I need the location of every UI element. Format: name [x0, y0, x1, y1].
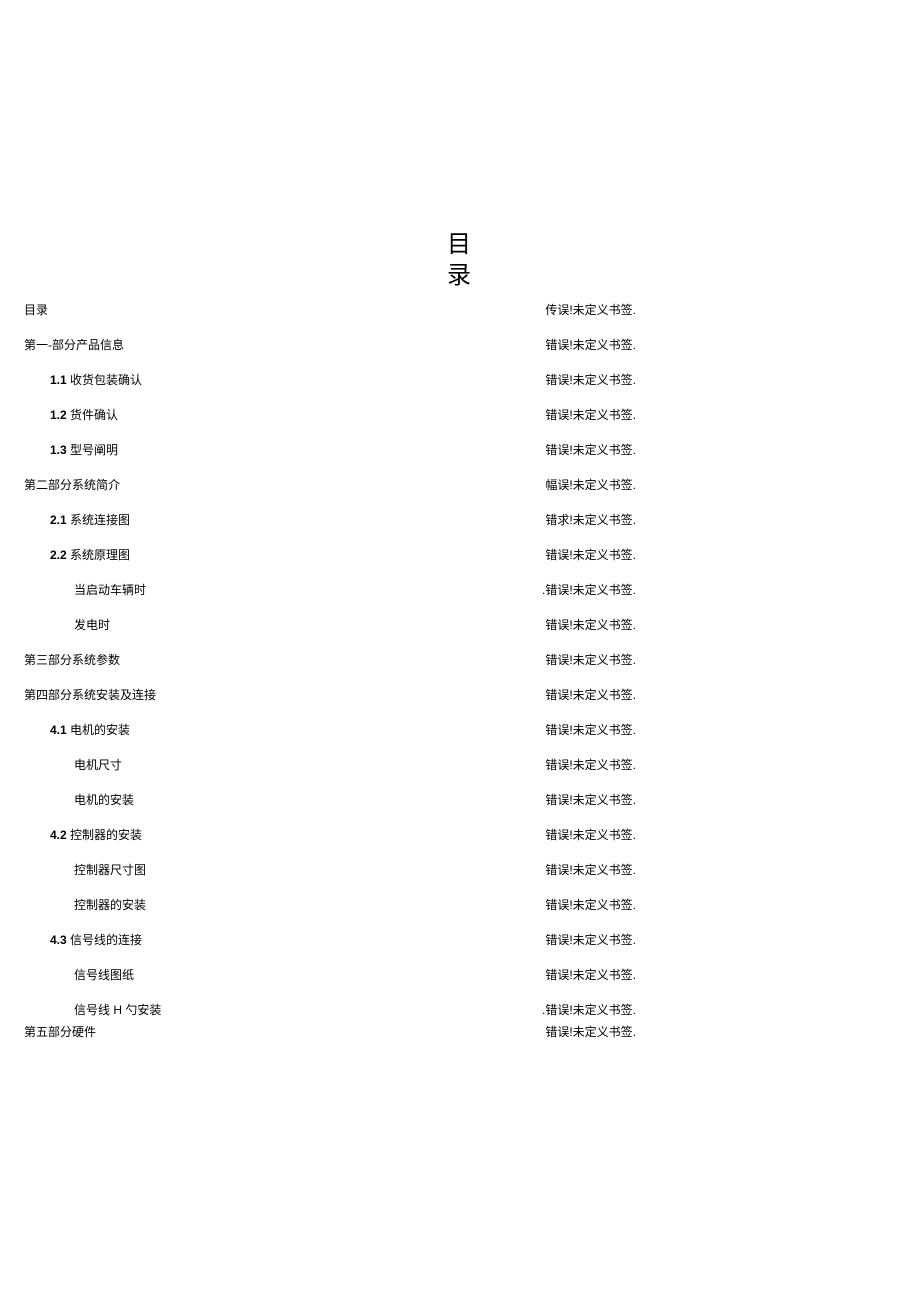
toc-section-number: 1.2: [50, 408, 67, 422]
table-of-contents: 目录传误!未定义书签.第一-部分产品信息错误!未定义书签.1.1 收货包装确认错…: [24, 304, 636, 1038]
toc-section-text: 控制器的安装: [67, 828, 142, 842]
toc-row: 4.3 信号线的连接 错误!未定义书签.: [24, 934, 636, 946]
toc-row: 控制器尺寸图 错误!未定义书签.: [24, 864, 636, 876]
toc-entry-label: 第四部分系统安装及连接: [24, 689, 156, 701]
toc-section-number: 4.3: [50, 933, 67, 947]
toc-entry-label: 1.2 货件确认: [24, 409, 118, 421]
toc-row: 2.1 系统连接图 错求!未定义书签.: [24, 514, 636, 526]
toc-page-ref: 幅误!未定义书签.: [545, 479, 636, 491]
toc-section-number: 1.1: [50, 373, 67, 387]
title-char-2: 录: [445, 261, 475, 292]
toc-entry-label: 控制器的安装: [24, 899, 146, 911]
toc-row: 电机的安装 错误!未定义书签.: [24, 794, 636, 806]
toc-entry-label: 信号线图纸: [24, 969, 134, 981]
toc-row: 第二部分系统简介 幅误!未定义书签.: [24, 479, 636, 491]
toc-row: 控制器的安装 错误!未定义书签.: [24, 899, 636, 911]
toc-page-ref: 错误!未定义书签.: [545, 934, 636, 946]
toc-section-number: 4.1: [50, 723, 67, 737]
toc-row: 1.1 收货包装确认 错误!未定义书签.: [24, 374, 636, 386]
toc-entry-label: 发电时: [24, 619, 110, 631]
toc-row: 信号线 H 勺安装 .错误!未定义书签.: [24, 1004, 636, 1016]
toc-row: 目录 传误!未定义书签.: [24, 304, 636, 316]
toc-row: 第三部分系统参数 错误!未定义书签.: [24, 654, 636, 666]
toc-row: 第一-部分产品信息 错误!未定义书签.: [24, 339, 636, 351]
toc-row: 2.2 系统原理图 错误!未定义书签.: [24, 549, 636, 561]
toc-section-text: 收货包装确认: [67, 373, 142, 387]
toc-page-ref: 错误!未定义书签.: [545, 724, 636, 736]
toc-entry-label: 4.2 控制器的安装: [24, 829, 142, 841]
toc-row: 电机尺寸 错误!未定义书签.: [24, 759, 636, 771]
title-char-1: 目: [445, 230, 475, 261]
toc-page-ref: 错误!未定义书签.: [545, 794, 636, 806]
toc-row: 4.1 电机的安装 错误!未定义书签.: [24, 724, 636, 736]
toc-entry-label: 控制器尺寸图: [24, 864, 146, 876]
toc-entry-label: 第二部分系统简介: [24, 479, 120, 491]
toc-page-ref: 错误!未定义书签.: [545, 619, 636, 631]
toc-section-number: 4.2: [50, 828, 67, 842]
toc-entry-label: 目录: [24, 304, 48, 316]
toc-section-text: 系统原理图: [67, 548, 130, 562]
toc-entry-label: 2.2 系统原理图: [24, 549, 130, 561]
document-page: 目 录 目录传误!未定义书签.第一-部分产品信息错误!未定义书签.1.1 收货包…: [0, 0, 920, 1038]
toc-section-text: 系统连接图: [67, 513, 130, 527]
toc-title: 目 录: [445, 230, 475, 292]
toc-row: 信号线图纸 错误!未定义书签.: [24, 969, 636, 981]
toc-entry-label: 当启动车辆时: [24, 584, 146, 596]
toc-entry-label: 4.3 信号线的连接: [24, 934, 142, 946]
toc-section-number: 2.2: [50, 548, 67, 562]
toc-page-ref: 错误!未定义书签.: [545, 864, 636, 876]
toc-page-ref: 错误!未定义书签.: [545, 829, 636, 841]
toc-entry-label: 2.1 系统连接图: [24, 514, 130, 526]
toc-page-ref: 错误!未定义书签.: [545, 409, 636, 421]
toc-row: 1.3 型号阐明 错误!未定义书签.: [24, 444, 636, 456]
toc-page-ref: 错误!未定义书签.: [545, 759, 636, 771]
toc-page-ref: .错误!未定义书签.: [542, 1004, 636, 1016]
toc-entry-label: 1.1 收货包装确认: [24, 374, 142, 386]
toc-entry-label: 第三部分系统参数: [24, 654, 120, 666]
toc-section-number: 2.1: [50, 513, 67, 527]
toc-section-number: 1.3: [50, 443, 67, 457]
toc-row: 发电时 错误!未定义书签.: [24, 619, 636, 631]
toc-entry-label: 1.3 型号阐明: [24, 444, 118, 456]
toc-page-ref: 错误!未定义书签.: [545, 1026, 636, 1038]
toc-row: 4.2 控制器的安装 错误!未定义书签.: [24, 829, 636, 841]
toc-section-text: 电机的安装: [67, 723, 130, 737]
toc-entry-label: 电机尺寸: [24, 759, 122, 771]
toc-page-ref: 错误!未定义书签.: [545, 339, 636, 351]
toc-page-ref: 错误!未定义书签.: [545, 654, 636, 666]
toc-page-ref: 错误!未定义书签.: [545, 549, 636, 561]
toc-page-ref: 错误!未定义书签.: [545, 969, 636, 981]
toc-section-text: 型号阐明: [67, 443, 118, 457]
toc-entry-label: 4.1 电机的安装: [24, 724, 130, 736]
toc-row: 第四部分系统安装及连接 错误!未定义书签.: [24, 689, 636, 701]
toc-section-text: 货件确认: [67, 408, 118, 422]
toc-page-ref: .错误!未定义书签.: [542, 584, 636, 596]
toc-entry-label: 第一-部分产品信息: [24, 339, 124, 351]
toc-page-ref: 传误!未定义书签.: [545, 304, 636, 316]
toc-section-text: 信号线的连接: [67, 933, 142, 947]
toc-row: 当启动车辆时 .错误!未定义书签.: [24, 584, 636, 596]
toc-page-ref: 错误!未定义书签.: [545, 689, 636, 701]
toc-row: 第五部分硬件 错误!未定义书签.: [24, 1026, 636, 1038]
toc-page-ref: 错误!未定义书签.: [545, 374, 636, 386]
toc-row: 1.2 货件确认 错误!未定义书签.: [24, 409, 636, 421]
toc-page-ref: 错求!未定义书签.: [545, 514, 636, 526]
toc-entry-label: 第五部分硬件: [24, 1026, 96, 1038]
toc-entry-label: 信号线 H 勺安装: [24, 1004, 104, 1016]
toc-page-ref: 错误!未定义书签.: [545, 899, 636, 911]
toc-page-ref: 错误!未定义书签.: [545, 444, 636, 456]
toc-entry-label: 电机的安装: [24, 794, 134, 806]
